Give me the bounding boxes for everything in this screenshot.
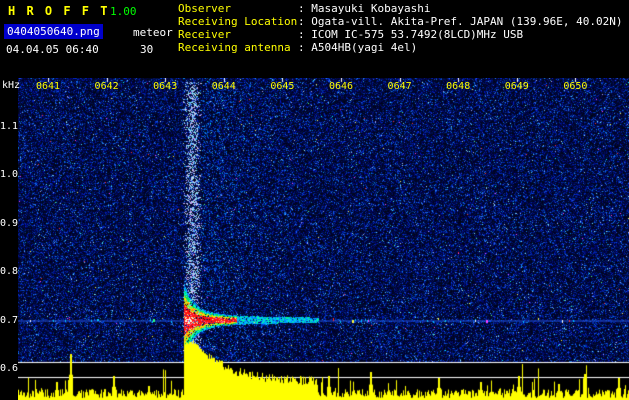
hrofft-spectrogram-image: H R O F F T 1.00 0404050640.png meteor 0… — [0, 0, 629, 400]
filename-badge: 0404050640.png — [4, 24, 103, 39]
time-tick-label: 0647 — [387, 81, 412, 92]
datetime-label: 04.04.05 06:40 — [6, 43, 99, 56]
time-tick-label: 0643 — [153, 81, 178, 92]
time-tick-label: 0644 — [211, 81, 236, 92]
time-tick-label: 0648 — [446, 81, 471, 92]
field-value: : A504HB(yagi 4el) — [298, 41, 418, 54]
field-value: : ICOM IC-575 53.7492(8LCD)MHz USB — [298, 28, 524, 41]
app-title: H R O F F T — [8, 4, 110, 18]
freq-tick-label: 0.9 — [0, 217, 19, 229]
time-tick-label: 0649 — [504, 81, 529, 92]
freq-tick-label: 1.0 — [0, 169, 19, 180]
field-label: Receiving Location — [178, 15, 298, 28]
interval-value: 30 — [140, 43, 154, 56]
time-tick-label: 0645 — [270, 81, 295, 92]
station-field-row: Receiving antenna : A504HB(yagi 4el) — [178, 41, 623, 54]
time-tick-label: 0650 — [563, 81, 588, 92]
field-label: Receiving antenna — [178, 41, 291, 54]
freq-tick-label: 0.7 — [0, 314, 19, 326]
freq-tick-label: 0.8 — [0, 266, 19, 277]
time-tick-label: 0642 — [94, 81, 119, 92]
spectrogram-canvas — [18, 78, 629, 400]
station-field-row: Observer : Masayuki Kobayashi — [178, 2, 623, 15]
time-tick-label: 0641 — [35, 81, 61, 92]
station-info: Observer : Masayuki Kobayashi Receiving L… — [178, 2, 623, 54]
field-label: Observer — [178, 2, 231, 15]
app-version: 1.00 — [110, 5, 137, 18]
field-label: Receiver — [178, 28, 231, 41]
freq-unit-label: kHz — [2, 80, 21, 91]
field-value: : Ogata-vill. Akita-Pref. JAPAN (139.96E… — [298, 15, 623, 28]
station-field-row: Receiving Location: Ogata-vill. Akita-Pr… — [178, 15, 623, 28]
station-field-row: Receiver : ICOM IC-575 53.7492(8LCD)MHz U… — [178, 28, 623, 41]
freq-tick-label: 1.1 — [0, 120, 19, 132]
time-tick-label: 0646 — [328, 81, 354, 92]
field-value: : Masayuki Kobayashi — [298, 2, 431, 15]
mode-label: meteor — [133, 26, 173, 39]
freq-tick-label: 0.6 — [0, 363, 19, 374]
